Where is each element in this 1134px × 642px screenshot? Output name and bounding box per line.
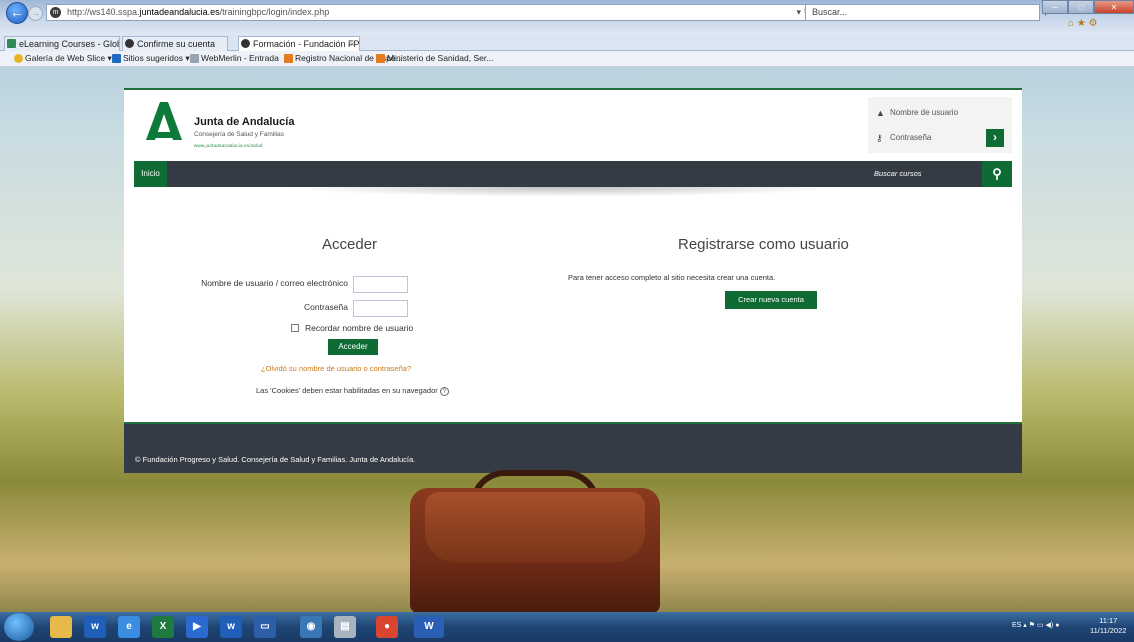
favorite-gallery[interactable]: Galería de Web Slice ▾ (14, 51, 112, 66)
start-button-icon[interactable] (4, 613, 34, 641)
app-w2-icon[interactable]: w (220, 616, 242, 638)
browser-titlebar: ← → m http://ws140.sspa.juntadeandalucia… (0, 0, 1134, 35)
taskbar: w e X ▶ w ▭ ◉ ▤ ● W ES ▴ ⚑ ▭ ◀) ● 11:17 … (0, 612, 1134, 642)
register-heading: Registrarse como usuario (678, 236, 849, 253)
back-button[interactable]: ← (6, 2, 28, 24)
header-password-field[interactable]: ⚷ Contraseña (876, 129, 931, 147)
header-login-button[interactable]: › (986, 129, 1004, 147)
help-icon[interactable]: ? (439, 386, 449, 396)
browser-search-input[interactable]: Buscar... (805, 4, 1040, 21)
key-icon: ⚷ (876, 133, 883, 143)
password-label: Contraseña (304, 302, 348, 312)
tray-icons[interactable]: ▴ ⚑ ▭ ◀) ● (1023, 622, 1059, 629)
username-input[interactable] (353, 276, 408, 293)
favorites-bar: Galería de Web Slice ▾ Sitios sugeridos … (0, 51, 1134, 67)
tab-formacion[interactable]: Formación - Fundación FPS... × (238, 36, 360, 51)
cookies-notice: Las 'Cookies' deben estar habilitadas en… (256, 386, 449, 396)
org-name: Junta de Andalucía (194, 116, 295, 128)
url-prefix: http://ws140.sspa. (67, 7, 140, 17)
forward-button[interactable]: → (28, 6, 43, 21)
language-indicator[interactable]: ES (1012, 622, 1021, 629)
tab-bar: eLearning Courses - Global He... Confirm… (0, 35, 1134, 51)
ie-icon[interactable]: e (118, 616, 140, 638)
ministry-icon (376, 54, 385, 63)
webmerlin-icon (190, 54, 199, 63)
media-icon[interactable]: ▶ (186, 616, 208, 638)
app-globe-icon[interactable]: ◉ (300, 616, 322, 638)
course-search-input[interactable]: Buscar cursos (874, 161, 922, 187)
header-login-box: ▲ Nombre de usuario ⚷ Contraseña › (868, 97, 1012, 153)
remember-checkbox[interactable] (291, 324, 299, 332)
url-path: /trainingbpc/login/index.php (219, 7, 330, 17)
home-star-gear-icon[interactable]: ⌂ ★ ⚙ (1068, 18, 1098, 29)
system-tray: ES ▴ ⚑ ▭ ◀) ● (1012, 621, 1059, 629)
page-footer: © Fundación Progreso y Salud. Consejería… (124, 424, 1022, 473)
register-text: Para tener acceso completo al sitio nece… (568, 273, 776, 282)
bag-flap-decoration (425, 492, 645, 562)
suggested-sites-icon (112, 54, 121, 63)
close-tab-icon[interactable]: × (350, 37, 355, 51)
tab-confirme[interactable]: Confirme su cuenta (122, 36, 228, 51)
maximize-icon[interactable]: □ (1068, 0, 1094, 14)
favorite-ministerio[interactable]: Ministerio de Sanidad, Ser... (376, 51, 493, 66)
site-favicon-icon: m (50, 7, 61, 18)
org-subtitle: Consejería de Salud y Familias (194, 131, 284, 138)
close-icon[interactable]: ✕ (1094, 0, 1134, 14)
create-account-button[interactable]: Crear nueva cuenta (725, 291, 817, 309)
main-navbar: Inicio Buscar cursos ⚲ (134, 161, 1012, 187)
app-w-icon[interactable]: w (84, 616, 106, 638)
favorite-webmerlin[interactable]: WebMerlin - Entrada (190, 51, 279, 66)
page-card: Junta de Andalucía Consejería de Salud y… (124, 88, 1022, 473)
clock[interactable]: 11:17 11/11/2022 (1090, 616, 1126, 636)
word-icon[interactable]: W (414, 616, 444, 638)
nav-shadow (284, 187, 844, 197)
user-icon: ▲ (876, 108, 885, 118)
elearning-favicon-icon (7, 39, 16, 48)
footer-text: © Fundación Progreso y Salud. Consejería… (135, 455, 416, 464)
favorite-suggested[interactable]: Sitios sugeridos ▾ (112, 51, 190, 66)
moodle-favicon-icon (241, 39, 250, 48)
password-input[interactable] (353, 300, 408, 317)
remember-label[interactable]: Recordar nombre de usuario (305, 323, 413, 333)
excel-icon[interactable]: X (152, 616, 174, 638)
window-controls: ─ □ ✕ (1042, 0, 1134, 14)
ministry-icon (284, 54, 293, 63)
notepad-icon[interactable]: ▤ (334, 616, 356, 638)
explorer-icon[interactable] (50, 616, 72, 638)
junta-logo-icon (146, 102, 182, 140)
search-icon[interactable]: ⚲ (982, 161, 1012, 187)
header-username-field[interactable]: ▲ Nombre de usuario (876, 104, 958, 122)
top-divider (124, 88, 1022, 90)
login-heading: Acceder (322, 236, 378, 253)
zoom-icon[interactable]: ▭ (254, 616, 276, 638)
tab-elearning[interactable]: eLearning Courses - Global He... (4, 36, 120, 51)
chrome-icon[interactable]: ● (376, 616, 398, 638)
star-icon (14, 54, 23, 63)
clock-date: 11/11/2022 (1090, 626, 1127, 635)
nav-home-link[interactable]: Inicio (134, 161, 167, 187)
url-host: juntadeandalucia.es (139, 7, 220, 17)
clock-time: 11:17 (1099, 616, 1118, 625)
forgot-password-link[interactable]: ¿Olvidó su nombre de usuario o contraseñ… (261, 364, 411, 373)
minimize-icon[interactable]: ─ (1042, 0, 1068, 14)
username-label: Nombre de usuario / correo electrónico (201, 278, 348, 288)
address-bar[interactable]: m http://ws140.sspa.juntadeandalucia.es/… (46, 4, 816, 21)
org-url: www.juntadeandalucia.es/salud (194, 143, 263, 148)
login-submit-button[interactable]: Acceder (328, 339, 378, 355)
moodle-favicon-icon (125, 39, 134, 48)
